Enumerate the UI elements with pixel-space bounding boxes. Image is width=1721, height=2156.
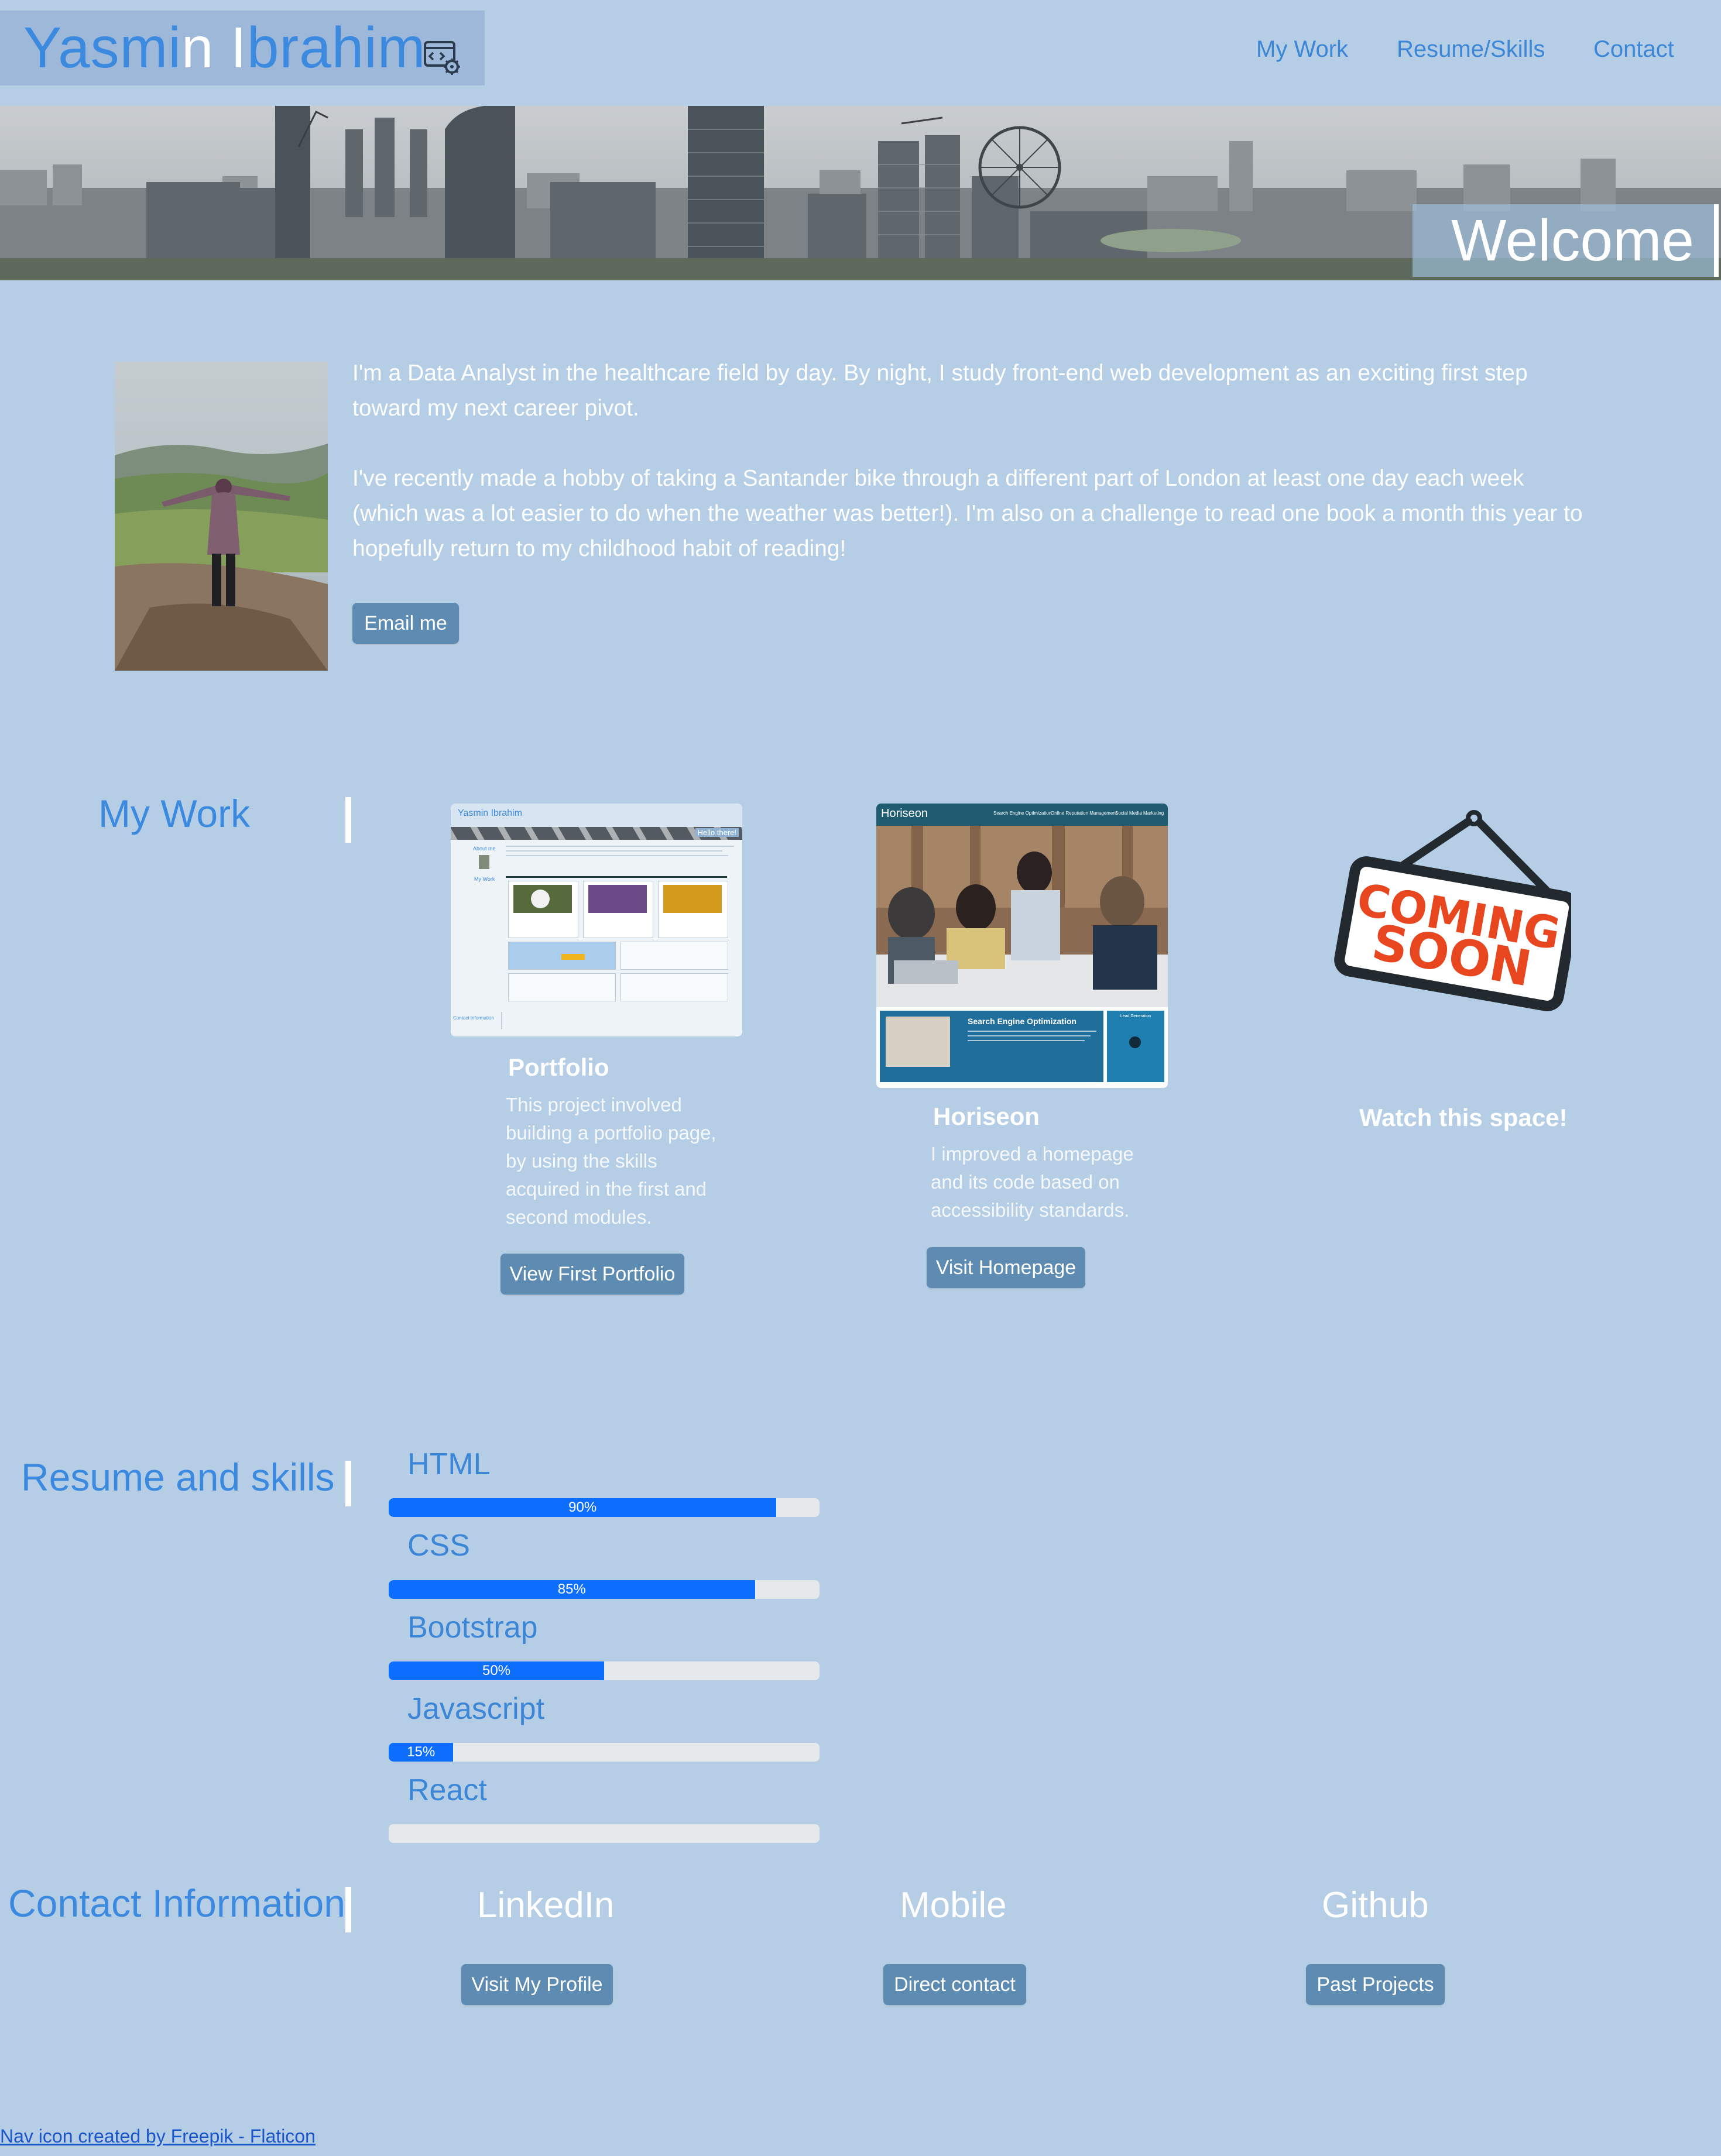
thumb-brand: Horiseon [881,807,928,820]
thumb-banner-text: Hello there! [695,828,739,837]
thumb-card [508,881,578,938]
thumb-seo-image [886,1017,950,1067]
contact-title-mobile: Mobile [900,1885,1007,1925]
skill-fill-css: 85% [389,1580,755,1599]
about-paragraph-2: I've recently made a hobby of taking a S… [352,466,1583,561]
project-desc-portfolio: This project involved building a portfol… [506,1094,716,1228]
resume-skills-heading: Resume and skills [21,1455,335,1499]
skill-fill-javascript: 15% [389,1743,454,1762]
email-me-button[interactable]: Email me [352,603,459,644]
skill-bar-javascript: 15% [389,1743,820,1762]
past-projects-button[interactable]: Past Projects [1306,1964,1445,2005]
thumb-text-line [506,846,734,847]
thumb-about-label: About me [473,846,496,852]
thumb-text-line [968,1031,1096,1032]
contact-heading: Contact Information [8,1882,345,1925]
thumb-text-line [968,1040,1085,1041]
thumb-lavender-image [588,885,647,913]
project-title-coming-soon: Watch this space! [1359,1104,1568,1131]
thumb-text-line [506,850,722,852]
welcome-banner: Welcome [1413,204,1719,277]
skill-name-html: HTML [407,1447,491,1481]
thumb-seo-title: Search Engine Optimization [968,1017,1077,1026]
about-paragraph-1: I'm a Data Analyst in the healthcare fie… [352,361,1528,421]
skill-name-css: CSS [407,1529,470,1563]
thumb-card [620,942,728,970]
visit-my-profile-button[interactable]: Visit My Profile [461,1964,613,2005]
horiseon-thumbnail[interactable]: Horiseon Search Engine Optimization Onli… [876,804,1168,1088]
thumb-lead-panel: Lead Generation [1107,1011,1164,1082]
coming-soon-sign-icon: COMING SOON [1334,810,1571,1011]
thumb-nav-item: Online Reputation Management [1051,811,1117,816]
thumb-text-line [968,1035,1091,1036]
section-divider [345,1461,351,1506]
my-work-heading: My Work [98,792,251,835]
contact-title-linkedin: LinkedIn [477,1885,615,1925]
skill-fill-html: 90% [389,1498,777,1517]
section-divider [345,1887,351,1932]
thumb-brand: Yasmin Ibrahim [458,808,522,818]
thumb-nav-item: Social Media Marketing [1115,811,1164,816]
thumb-text-line [506,855,728,856]
profile-photo [115,362,328,671]
direct-contact-button[interactable]: Direct contact [883,1964,1026,2005]
thumb-daisy [531,890,550,908]
contact-title-github: Github [1322,1885,1429,1925]
skill-name-react: React [407,1773,487,1807]
skill-name-javascript: Javascript [407,1692,545,1726]
thumb-card [658,881,728,938]
thumb-card [508,942,616,970]
team-meeting-photo [876,826,1168,1007]
skill-fill-bootstrap: 50% [389,1661,604,1680]
portfolio-thumbnail[interactable]: Yasmin Ibrahim Hello there! About me My … [451,804,742,1036]
thumb-tulip-image [663,885,722,913]
lightbulb-icon [1129,1036,1141,1048]
code-settings-icon [424,41,460,75]
thumb-button [561,954,585,960]
thumb-work-label: My Work [474,876,495,882]
brand-box: Yasmin Ibrahim [0,11,485,85]
skill-bar-react [389,1824,820,1843]
project-title-horiseon: Horiseon [933,1103,1040,1130]
nav-my-work[interactable]: My Work [1256,36,1348,63]
hero-banner: Welcome [0,106,1721,280]
thumb-card [583,881,653,938]
view-first-portfolio-button[interactable]: View First Portfolio [500,1254,684,1295]
thumb-footer-label: Contact Information [453,1015,494,1021]
thumb-divider [506,876,727,878]
skill-bar-css: 85% [389,1580,820,1599]
thumb-card [508,973,616,1001]
thumb-card [620,973,728,1001]
thumb-seo-panel: Search Engine Optimization [880,1011,1103,1082]
skill-name-bootstrap: Bootstrap [407,1611,538,1645]
section-divider [345,797,351,843]
site-title: Yasmin Ibrahim [23,15,426,80]
skill-bar-bootstrap: 50% [389,1661,820,1680]
thumb-footer-divider [501,1012,502,1029]
project-title-portfolio: Portfolio [508,1053,609,1081]
thumb-photo [479,855,489,869]
nav-contact[interactable]: Contact [1593,36,1674,63]
welcome-text: Welcome [1451,208,1694,273]
thumb-nav-item: Search Engine Optimization [993,811,1052,816]
nav-resume-skills[interactable]: Resume/Skills [1397,36,1545,63]
thumb-lead-title: Lead Generation [1120,1014,1151,1018]
skill-bar-html: 90% [389,1498,820,1517]
visit-homepage-button[interactable]: Visit Homepage [927,1247,1085,1288]
icon-credit-link[interactable]: Nav icon created by Freepik - Flaticon [0,2126,316,2147]
project-desc-horiseon: I improved a homepage and its code based… [931,1143,1134,1221]
